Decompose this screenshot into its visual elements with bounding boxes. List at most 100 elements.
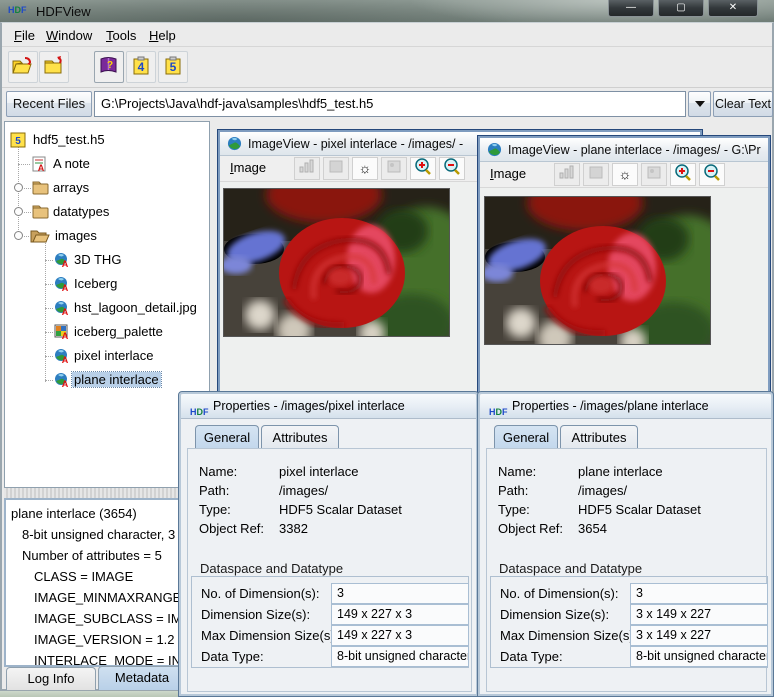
hdf-logo-icon: HDF (190, 400, 209, 419)
chart-button[interactable] (294, 157, 320, 180)
tree-item-pixel-interlace[interactable]: A pixel interlace (5, 345, 209, 367)
palette-dataset-icon: A (54, 324, 70, 340)
desktop: HDF HDFView — ▢ ✕ File Window Tools Help (0, 0, 774, 697)
hdf5-button[interactable]: 5 (158, 51, 188, 83)
svg-text:?: ? (107, 60, 113, 71)
log-line: CLASS = IMAGE (34, 569, 133, 584)
svg-text:4: 4 (138, 60, 145, 74)
dataspace-group-title: Dataspace and Datatype (496, 561, 645, 576)
properties-dialog-plane-interlace[interactable]: HDF Properties - /images/plane interlace… (477, 391, 774, 697)
combo-dropdown-button[interactable] (688, 91, 711, 117)
chevron-down-icon (695, 101, 705, 107)
svg-text:5: 5 (170, 60, 177, 74)
rose-image (484, 196, 711, 345)
objref-value: 3654 (578, 521, 607, 536)
note-icon: A (32, 156, 47, 172)
maxdim-label: Max Dimension Size(s): (500, 628, 637, 643)
hdf5-file-icon: 5 (10, 132, 27, 148)
dtype-value: 8-bit unsigned character (630, 646, 768, 667)
picture-button[interactable] (381, 157, 407, 180)
properties2-titlebar[interactable]: HDF Properties - /images/plane interlace (480, 394, 771, 419)
menu-window[interactable]: Window (42, 26, 96, 45)
rose-image (223, 188, 450, 337)
expand-handle-icon[interactable] (14, 183, 23, 192)
image-menu[interactable]: Image (226, 158, 270, 177)
zoom-in-icon (674, 164, 692, 182)
image-dataset-icon: A (54, 300, 70, 316)
file-path-combobox[interactable]: G:\Projects\Java\hdf-java\samples\hdf5_t… (94, 91, 686, 117)
brightness-button[interactable]: ☼ (612, 163, 638, 186)
svg-text:A: A (62, 259, 69, 268)
tree-item-iceberg[interactable]: A Iceberg (5, 273, 209, 295)
dtype-value: 8-bit unsigned character (331, 646, 469, 667)
ndim-label: No. of Dimension(s): (500, 586, 618, 601)
tree-item-root[interactable]: 5 hdf5_test.h5 (5, 129, 209, 151)
menu-file[interactable]: File (10, 26, 39, 45)
close-file-button[interactable] (39, 51, 69, 83)
tab-attributes[interactable]: Attributes (560, 425, 638, 449)
chart-icon (299, 159, 315, 173)
window-title: HDFView (36, 4, 91, 19)
recent-files-button[interactable]: Recent Files (6, 91, 92, 117)
dim-value: 3 x 149 x 227 (630, 604, 768, 625)
menu-tools[interactable]: Tools (102, 26, 140, 45)
image-dataset-icon: A (54, 372, 70, 388)
maxdim-label: Max Dimension Size(s): (201, 628, 338, 643)
properties1-titlebar[interactable]: HDF Properties - /images/pixel interlace (181, 394, 476, 419)
tab-general[interactable]: General (494, 425, 558, 449)
image-dataset-icon (227, 136, 242, 151)
properties-dialog-pixel-interlace[interactable]: HDF Properties - /images/pixel interlace… (178, 391, 479, 697)
menubar: File Window Tools Help (2, 23, 772, 47)
image-dataset-icon: A (54, 276, 70, 292)
tree-item-arrays[interactable]: arrays (5, 177, 209, 199)
brightness-button[interactable]: ☼ (352, 157, 378, 180)
maximize-button[interactable]: ▢ (658, 0, 704, 17)
zoom-in-button[interactable] (670, 163, 696, 186)
zoom-out-icon (443, 158, 461, 176)
zoom-out-button[interactable] (439, 157, 465, 180)
tab-attributes[interactable]: Attributes (261, 425, 339, 449)
main-titlebar[interactable]: HDF HDFView — ▢ ✕ (0, 0, 774, 22)
log-line: 8-bit unsigned character, 3 (22, 527, 175, 542)
tree-item-hst-lagoon[interactable]: A hst_lagoon_detail.jpg (5, 297, 209, 319)
tree-item-3d-thg[interactable]: A 3D THG (5, 249, 209, 271)
tree-item-plane-interlace[interactable]: A plane interlace (5, 369, 209, 391)
zoom-in-button[interactable] (410, 157, 436, 180)
tab-log-info[interactable]: Log Info (6, 667, 96, 690)
hdf-logo-icon: HDF (8, 5, 27, 15)
svg-text:5: 5 (15, 136, 21, 147)
zoom-in-icon (414, 158, 432, 176)
minimize-button[interactable]: — (608, 0, 654, 17)
collapse-handle-icon[interactable] (14, 231, 23, 240)
expand-handle-icon[interactable] (14, 207, 23, 216)
tab-general[interactable]: General (195, 425, 259, 449)
hdf4-icon: 4 (130, 56, 152, 76)
imageview2-toolbar: Image ☼ (480, 162, 768, 188)
zoom-out-button[interactable] (699, 163, 725, 186)
objref-label: Object Ref: (498, 521, 563, 536)
tree-item-images[interactable]: images (5, 225, 209, 247)
zoom-out-icon (703, 164, 721, 182)
picture-button[interactable] (641, 163, 667, 186)
type-label: Type: (498, 502, 530, 517)
ndim-value: 3 (630, 583, 768, 604)
palette-button[interactable] (583, 163, 609, 186)
tree-item-iceberg-palette[interactable]: A iceberg_palette (5, 321, 209, 343)
help-button[interactable]: ? (94, 51, 124, 83)
folder-open-icon (30, 228, 50, 243)
open-file-button[interactable] (8, 51, 38, 83)
palette-button[interactable] (323, 157, 349, 180)
tree-item-a-note[interactable]: A A note (5, 153, 209, 175)
svg-text:A: A (62, 331, 69, 340)
maxdim-value: 149 x 227 x 3 (331, 625, 469, 646)
chart-button[interactable] (554, 163, 580, 186)
type-value: HDF5 Scalar Dataset (578, 502, 701, 517)
tree-item-datatypes[interactable]: datatypes (5, 201, 209, 223)
hdf4-button[interactable]: 4 (126, 51, 156, 83)
tab-metadata[interactable]: Metadata (98, 666, 186, 690)
image-menu[interactable]: Image (486, 164, 530, 183)
close-button[interactable]: ✕ (708, 0, 758, 17)
imageview2-titlebar[interactable]: ImageView - plane interlace - /images/ -… (480, 138, 768, 162)
clear-text-button[interactable]: Clear Text (713, 91, 773, 117)
menu-help[interactable]: Help (145, 26, 180, 45)
